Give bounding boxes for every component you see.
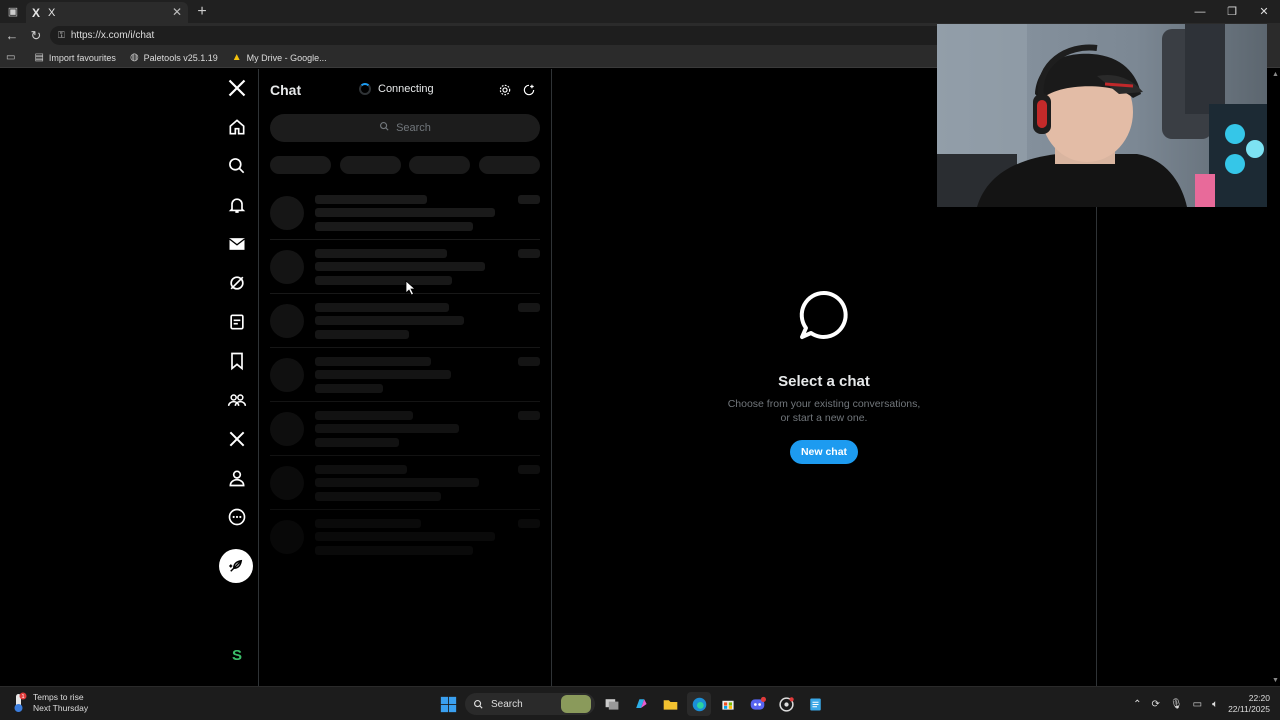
globe-icon: ◍ (129, 52, 139, 63)
tab-actions-icon[interactable]: ▣ (0, 0, 26, 23)
network-icon[interactable]: ▭ (1193, 699, 1202, 710)
copilot-icon[interactable] (629, 692, 653, 716)
windows-start-icon[interactable] (436, 692, 460, 716)
compose-post-button[interactable] (219, 549, 253, 583)
screen: ▣ X X ✕ + — ❐ ✕ ← ↻ ⚿ https://x.com/i/ch… (0, 0, 1280, 720)
volume-icon[interactable]: 🔈︎ (1212, 699, 1218, 710)
new-tab-button[interactable]: + (190, 0, 214, 23)
search-icon[interactable] (216, 152, 258, 180)
new-message-icon[interactable] (521, 82, 537, 98)
loading-skeleton-row (259, 294, 551, 348)
page-scrollbar[interactable]: ▲ ▼ (1270, 69, 1280, 686)
scroll-down-icon[interactable]: ▼ (1272, 677, 1279, 684)
mouse-cursor-icon (405, 280, 417, 296)
premium-x-icon[interactable] (216, 425, 258, 453)
reload-button[interactable]: ↻ (24, 23, 48, 48)
loading-skeleton-row (259, 510, 551, 564)
page-title: Chat (270, 82, 302, 98)
window-controls: — ❐ ✕ (1184, 0, 1280, 23)
loading-skeleton-row (259, 348, 551, 402)
lists-icon[interactable] (216, 308, 258, 336)
chevron-up-icon[interactable]: ⌃ (1133, 699, 1141, 710)
browser-tab[interactable]: X X ✕ (26, 2, 188, 23)
minimize-icon[interactable]: — (1184, 0, 1216, 23)
profile-icon[interactable] (216, 464, 258, 492)
scroll-up-icon[interactable]: ▲ (1272, 71, 1279, 78)
chat-bubble-icon (799, 290, 848, 339)
webcam-overlay (937, 24, 1267, 207)
back-button[interactable]: ← (0, 23, 24, 48)
system-tray: ⌃ ⟳ 🎙︎ ▭ 🔈︎ 22:20 22/11/2025 (1133, 691, 1270, 717)
loading-skeleton-row (259, 402, 551, 456)
filter-pill-placeholder (409, 156, 470, 174)
grok-icon[interactable] (216, 269, 258, 297)
url-text: https://x.com/i/chat (70, 30, 155, 41)
search-icon (379, 121, 390, 135)
weather-badge: 1 (21, 694, 24, 700)
notifications-bell-icon[interactable] (216, 191, 258, 219)
file-explorer-icon[interactable] (658, 692, 682, 716)
loading-skeleton-row (259, 456, 551, 510)
connection-status: Connecting (359, 83, 434, 95)
taskbar-apps: Search (436, 692, 832, 716)
site-info-icon[interactable]: ⚿ (58, 30, 65, 41)
connection-status-text: Connecting (378, 83, 434, 95)
clock-time: 22:20 (1248, 693, 1270, 703)
empty-state-title: Select a chat (778, 373, 870, 390)
bookmarks-menu-icon[interactable]: ▭ (6, 52, 20, 63)
communities-icon[interactable] (216, 386, 258, 414)
system-clock[interactable]: 22:20 22/11/2025 (1228, 693, 1270, 715)
task-view-icon[interactable] (600, 692, 624, 716)
bookmark-import-favourites[interactable]: ▤ Import favourites (34, 52, 115, 63)
webcam-person-image (937, 24, 1267, 207)
search-icon (474, 699, 483, 709)
empty-state-subtitle: Choose from your existing conversations,… (727, 398, 921, 424)
more-options-icon[interactable] (216, 503, 258, 531)
bookmark-paletools[interactable]: ◍ Paletools v25.1.19 (130, 52, 218, 63)
weather-subtitle: Next Thursday (33, 703, 89, 713)
x-favicon-icon: X (32, 5, 41, 20)
search-placeholder: Search (396, 122, 431, 134)
url-input[interactable]: ⚿ https://x.com/i/chat (50, 26, 950, 45)
weather-widget[interactable]: 1 Temps to rise Next Thursday (10, 692, 88, 714)
loading-skeleton-row (259, 186, 551, 240)
left-navigation: S (216, 69, 258, 686)
edge-browser-icon[interactable] (687, 692, 711, 716)
filter-pill-placeholder (340, 156, 401, 174)
microphone-icon[interactable]: 🎙︎ (1170, 699, 1183, 710)
account-avatar[interactable]: S (228, 644, 246, 666)
discord-icon[interactable] (745, 692, 769, 716)
windows-taskbar: 1 Temps to rise Next Thursday Search ⌃ ⟳… (0, 686, 1280, 720)
chat-search-input[interactable]: Search (270, 114, 540, 142)
search-highlight-icon (561, 695, 591, 713)
tab-title: X (48, 6, 56, 19)
close-window-icon[interactable]: ✕ (1248, 0, 1280, 23)
sync-icon[interactable]: ⟳ (1152, 699, 1160, 710)
folder-icon: ▤ (34, 52, 44, 63)
chat-list-panel: Chat Connecting Search (259, 69, 551, 686)
filter-pill-placeholder (479, 156, 540, 174)
messages-envelope-icon[interactable] (216, 230, 258, 258)
bookmarks-icon[interactable] (216, 347, 258, 375)
filter-pill-placeholder (270, 156, 331, 174)
loading-spinner-icon (359, 83, 371, 95)
new-chat-button[interactable]: New chat (790, 440, 858, 464)
restore-icon[interactable]: ❐ (1216, 0, 1248, 23)
obs-recorder-icon[interactable] (774, 692, 798, 716)
home-icon[interactable] (216, 113, 258, 141)
tab-close-icon[interactable]: ✕ (172, 5, 182, 19)
browser-tab-bar: ▣ X X ✕ + — ❐ ✕ (0, 0, 1280, 23)
notepad-icon[interactable] (803, 692, 827, 716)
feather-icon (229, 559, 243, 572)
thermometer-icon: 1 (10, 692, 28, 714)
clock-date: 22/11/2025 (1228, 704, 1270, 714)
taskbar-search[interactable]: Search (465, 693, 595, 715)
weather-title: Temps to rise (33, 692, 84, 702)
taskbar-search-label: Search (491, 698, 523, 710)
settings-gear-icon[interactable] (497, 82, 513, 98)
bookmark-my-drive[interactable]: ▲ My Drive - Google... (232, 52, 327, 63)
drive-icon: ▲ (231, 52, 242, 63)
x-logo-icon[interactable] (216, 74, 258, 102)
microsoft-store-icon[interactable] (716, 692, 740, 716)
